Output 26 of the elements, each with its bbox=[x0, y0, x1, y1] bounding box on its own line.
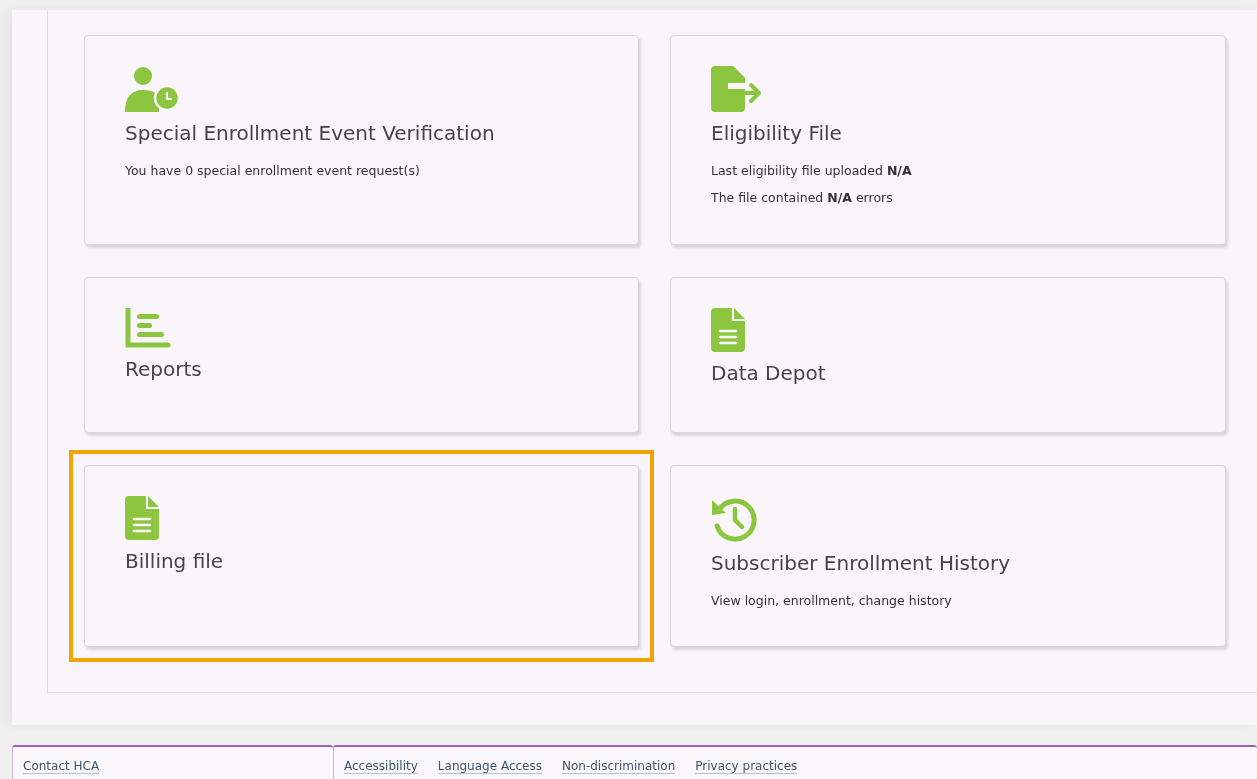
card-title: Eligibility File bbox=[711, 120, 843, 147]
card-title: Billing file bbox=[125, 547, 225, 575]
dashboard-card[interactable]: Special Enrollment Event Verification You have 0 special enrollment event request(s) bbox=[84, 35, 639, 245]
card-title: Special Enrollment Event Verification bbox=[125, 120, 496, 147]
dashboard-card[interactable]: Billing file bbox=[84, 464, 639, 648]
dashboard-card[interactable]: Eligibility File Last eligibility file uploaded N/A The file contained N/A errors bbox=[670, 35, 1226, 245]
card-title: Subscriber Enrollment History bbox=[711, 549, 1012, 577]
person-clock-icon bbox=[125, 66, 181, 112]
dashboard-card[interactable]: Data Depot bbox=[670, 276, 1226, 433]
footer-link[interactable]: Language Access bbox=[437, 759, 542, 775]
dashboard-card[interactable]: Subscriber Enrollment History View login, enrollment, change history bbox=[670, 464, 1226, 648]
card-text: The file contained N/A errors bbox=[711, 188, 894, 207]
card-text: View login, enrollment, change history bbox=[711, 591, 953, 610]
document-icon bbox=[711, 307, 745, 352]
footer-link[interactable]: Privacy practices bbox=[695, 759, 798, 775]
file-export-icon bbox=[711, 66, 763, 112]
card-title: Data Depot bbox=[711, 359, 827, 387]
card-text: You have 0 special enrollment event request(s) bbox=[125, 162, 421, 180]
card-text: Last eligibility file uploaded N/A bbox=[711, 162, 913, 180]
chart-icon bbox=[125, 307, 171, 348]
footer-link[interactable]: Non-discrimination bbox=[561, 759, 676, 775]
document-icon bbox=[125, 495, 159, 540]
footer-link[interactable]: Contact HCA bbox=[23, 759, 100, 775]
card-title: Reports bbox=[125, 355, 203, 383]
footer-link[interactable]: Accessibility bbox=[344, 759, 418, 775]
dashboard-card[interactable]: Reports bbox=[84, 276, 639, 433]
